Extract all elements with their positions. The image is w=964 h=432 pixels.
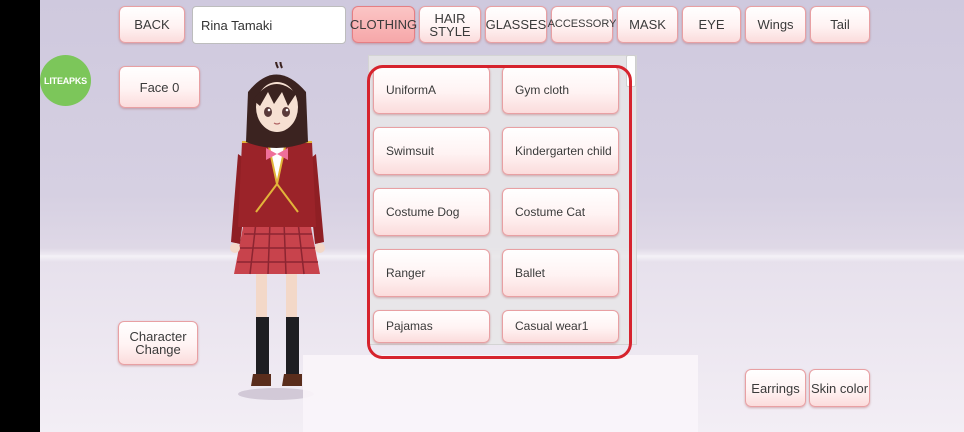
tab-tail[interactable]: Tail	[810, 6, 870, 43]
earrings-button[interactable]: Earrings	[745, 369, 806, 407]
scrollbar-handle[interactable]	[626, 55, 636, 87]
clothing-item-uniforma[interactable]: UniformA	[373, 66, 490, 114]
clothing-item-ranger[interactable]: Ranger	[373, 249, 490, 297]
clothing-item-casual-wear1[interactable]: Casual wear1	[502, 310, 619, 343]
tab-hair-style[interactable]: HAIR STYLE	[419, 6, 481, 43]
character-name-input[interactable]	[192, 6, 346, 44]
clothing-item-pajamas[interactable]: Pajamas	[373, 310, 490, 343]
tab-wings[interactable]: Wings	[745, 6, 806, 43]
back-button[interactable]: BACK	[119, 6, 185, 43]
character-change-line2: Change	[135, 342, 181, 357]
clothing-item-swimsuit[interactable]: Swimsuit	[373, 127, 490, 175]
face-button[interactable]: Face 0	[119, 66, 200, 108]
clothing-item-gym-cloth[interactable]: Gym cloth	[502, 66, 619, 114]
skin-color-button[interactable]: Skin color	[809, 369, 870, 407]
character-change-button[interactable]: Character Change	[118, 321, 198, 365]
liteapks-watermark-logo: LITEAPKS	[40, 55, 91, 106]
tab-accessory[interactable]: ACCESSORY	[548, 6, 616, 43]
clothing-item-ballet[interactable]: Ballet	[502, 249, 619, 297]
tab-clothing[interactable]: CLOTHING	[350, 6, 417, 43]
tab-glasses[interactable]: GLASSES	[485, 6, 547, 43]
clothing-item-costume-dog[interactable]: Costume Dog	[373, 188, 490, 236]
tab-mask[interactable]: MASK	[617, 6, 678, 43]
clothing-item-kindergarten-child[interactable]: Kindergarten child	[502, 127, 619, 175]
tab-hair-style-line1: HAIR	[434, 10, 466, 26]
bottom-preview-pane	[303, 355, 698, 432]
tab-eye[interactable]: EYE	[682, 6, 741, 43]
character-model[interactable]	[226, 62, 336, 402]
tab-hair-style-line2: STYLE	[429, 23, 471, 39]
clothing-item-costume-cat[interactable]: Costume Cat	[502, 188, 619, 236]
